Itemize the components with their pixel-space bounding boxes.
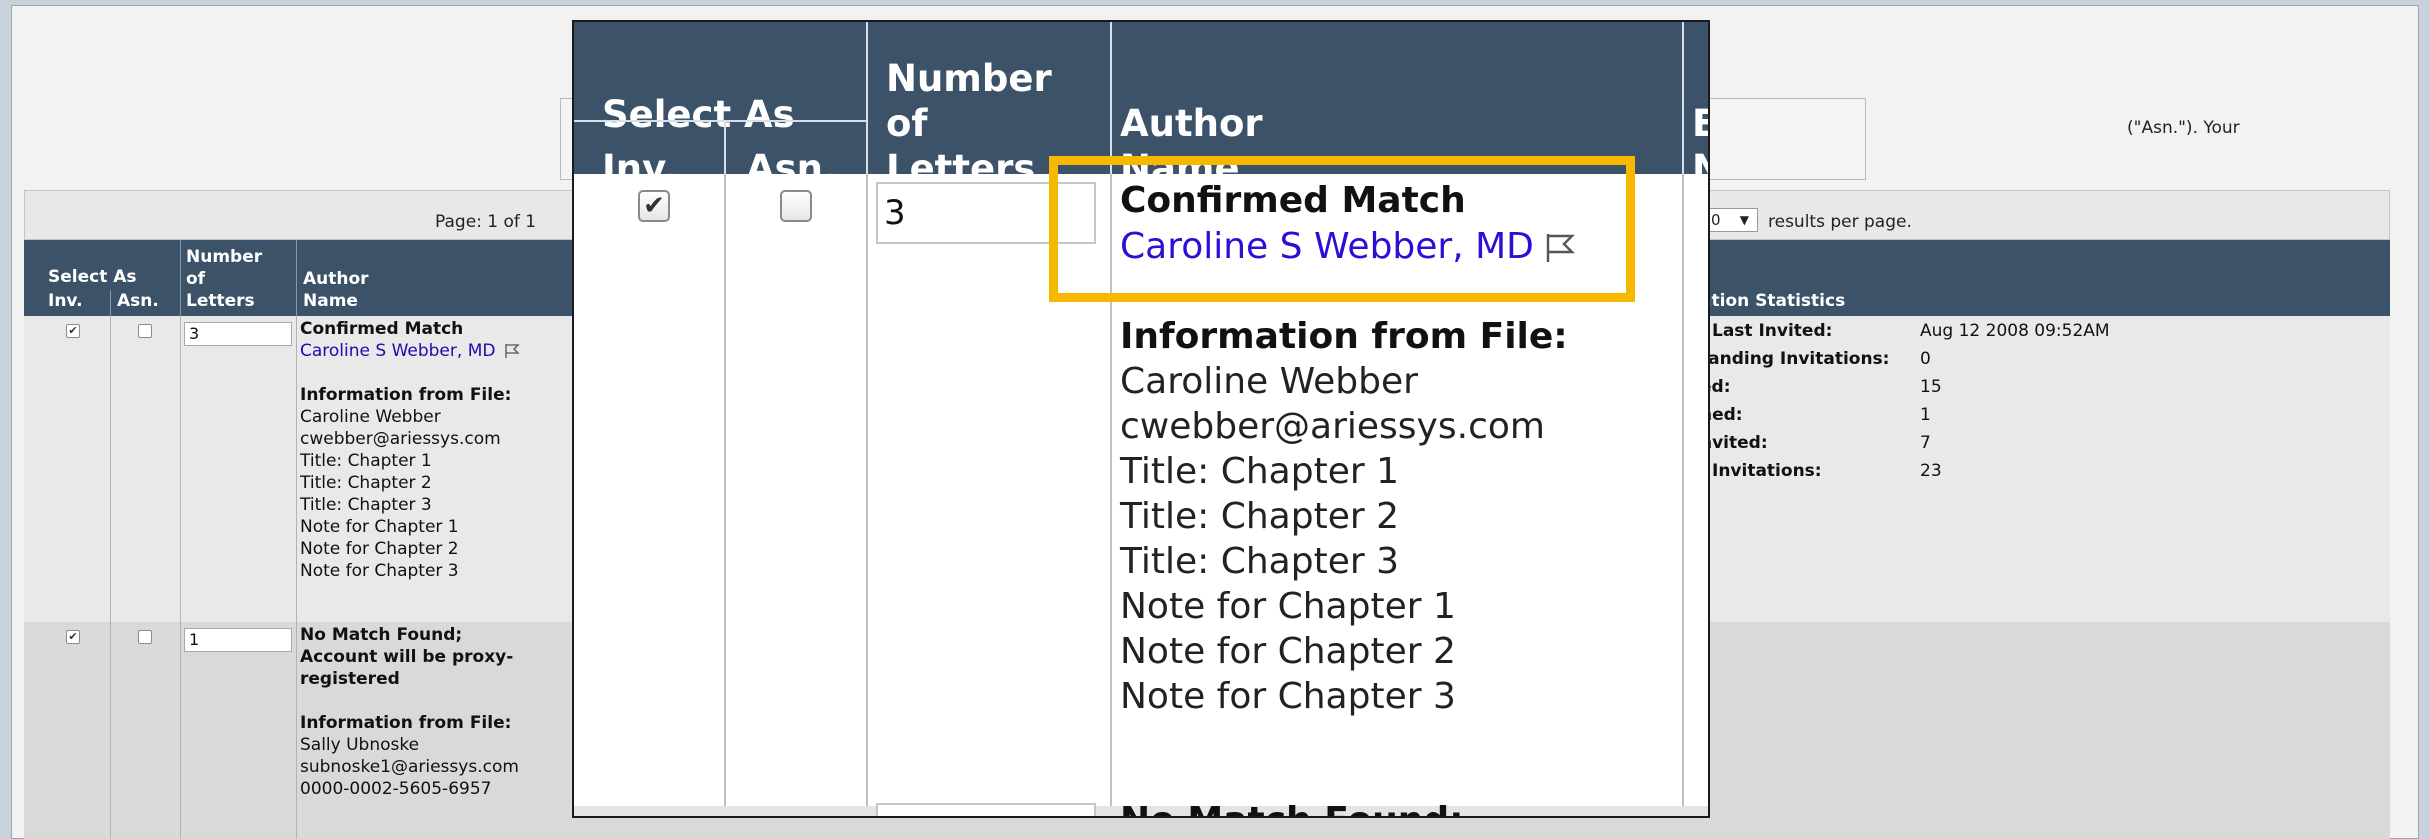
row2-info-heading: Information from File: bbox=[300, 713, 512, 733]
zoom-callout: Select As Inv. Asn. Number of Letters Au… bbox=[572, 20, 1710, 818]
row1-info-line: Note for Chapter 1 bbox=[300, 517, 459, 537]
row2-info-line: subnoske1@ariessys.com bbox=[300, 757, 519, 777]
zoom-header-of: of bbox=[886, 102, 928, 145]
results-per-page-value: 0 bbox=[1711, 211, 1721, 229]
header-name: Name bbox=[303, 291, 358, 311]
zoom-info-line: Caroline Webber bbox=[1120, 361, 1418, 402]
row1-info-heading: Information from File: bbox=[300, 385, 512, 405]
stat-label: tanding Invitations: bbox=[1700, 349, 1890, 369]
stat-value: 0 bbox=[1920, 349, 1931, 369]
row1-assign-checkbox[interactable] bbox=[138, 324, 152, 338]
zoom-info-line: Title: Chapter 2 bbox=[1120, 496, 1399, 537]
caret-down-icon: ▼ bbox=[1739, 213, 1749, 227]
header-divider bbox=[296, 240, 297, 316]
zoom-info-line: Note for Chapter 2 bbox=[1120, 631, 1456, 672]
zoom-header-divider bbox=[866, 22, 868, 174]
zoom-info-line: Title: Chapter 1 bbox=[1120, 451, 1399, 492]
stat-value: 15 bbox=[1920, 377, 1942, 397]
notice-text: ("Asn."). Your bbox=[2127, 118, 2240, 138]
row1-letters-input[interactable]: 3 bbox=[184, 322, 292, 346]
header-divider bbox=[110, 290, 111, 316]
row2-match-status: Account will be proxy- bbox=[300, 647, 514, 667]
row1-info-line: Note for Chapter 2 bbox=[300, 539, 459, 559]
header-invitation-statistics: ation Statistics bbox=[1700, 291, 1846, 311]
row1-author-link[interactable]: Caroline S Webber, MD bbox=[300, 340, 520, 362]
header-of: of bbox=[186, 269, 206, 289]
zoom-next-row-letters-input[interactable] bbox=[876, 803, 1096, 816]
column-divider bbox=[180, 622, 181, 839]
row2-invite-checkbox[interactable]: ✔ bbox=[66, 630, 80, 644]
zoom-header-inv: Inv. bbox=[602, 147, 678, 190]
zoom-invite-checkbox[interactable]: ✔ bbox=[638, 190, 670, 222]
zoom-column-divider bbox=[724, 174, 726, 816]
stat-label: Last Invited: bbox=[1712, 321, 1833, 341]
zoom-next-row-status: No Match Found; bbox=[1120, 798, 1464, 816]
row2-info-line: Sally Ubnoske bbox=[300, 735, 420, 755]
column-divider bbox=[296, 622, 297, 839]
stat-value: 7 bbox=[1920, 433, 1931, 453]
row1-info-line: Title: Chapter 2 bbox=[300, 473, 432, 493]
zoom-header-divider bbox=[574, 120, 866, 122]
zoom-header-divider bbox=[1682, 22, 1684, 174]
stat-value: 23 bbox=[1920, 461, 1942, 481]
zoom-info-line: Note for Chapter 3 bbox=[1120, 676, 1456, 717]
zoom-info-line: Title: Chapter 3 bbox=[1120, 541, 1399, 582]
stat-value: 1 bbox=[1920, 405, 1931, 425]
results-per-page-label: results per page. bbox=[1768, 212, 1912, 232]
header-select-as: Select As bbox=[48, 267, 137, 287]
row1-info-line: Title: Chapter 3 bbox=[300, 495, 432, 515]
header-author: Author bbox=[303, 269, 369, 289]
zoom-column-divider bbox=[866, 174, 868, 816]
row2-info-line: 0000-0002-5605-6957 bbox=[300, 779, 492, 799]
stat-label: nvited: bbox=[1700, 433, 1768, 453]
zoom-header-select-as: Select As bbox=[602, 93, 795, 136]
row1-info-line: Title: Chapter 1 bbox=[300, 451, 432, 471]
flag-icon[interactable] bbox=[504, 343, 520, 359]
row2-match-status: registered bbox=[300, 669, 400, 689]
row1-info-line: cwebber@ariessys.com bbox=[300, 429, 501, 449]
zoom-header-cut-column: E bbox=[1692, 103, 1708, 145]
zoom-info-line: cwebber@ariessys.com bbox=[1120, 406, 1545, 447]
zoom-header-author: Author bbox=[1120, 102, 1263, 145]
zoom-assign-checkbox[interactable] bbox=[780, 190, 812, 222]
header-inv: Inv. bbox=[48, 291, 83, 311]
stat-value: Aug 12 2008 09:52AM bbox=[1920, 321, 2110, 341]
row1-info-line: Note for Chapter 3 bbox=[300, 561, 459, 581]
zoom-column-divider bbox=[1682, 174, 1684, 816]
row1-match-status: Confirmed Match bbox=[300, 319, 464, 339]
page-count: Page: 1 of 1 bbox=[435, 212, 537, 232]
highlight-box bbox=[1049, 156, 1635, 302]
header-asn: Asn. bbox=[117, 291, 159, 311]
stat-label: Invitations: bbox=[1712, 461, 1822, 481]
row2-assign-checkbox[interactable] bbox=[138, 630, 152, 644]
zoom-header-divider bbox=[724, 120, 726, 174]
zoom-header-asn: Asn. bbox=[746, 147, 838, 190]
row1-author-link-text: Caroline S Webber, MD bbox=[300, 341, 496, 361]
zoom-header-number: Number bbox=[886, 57, 1052, 100]
zoom-header-cut-column: N bbox=[1692, 148, 1708, 190]
zoom-header-divider bbox=[1110, 22, 1112, 174]
header-number: Number bbox=[186, 247, 263, 267]
zoom-info-heading: Information from File: bbox=[1120, 316, 1568, 357]
header-letters: Letters bbox=[186, 291, 255, 311]
column-divider bbox=[110, 622, 111, 839]
header-divider bbox=[180, 240, 181, 316]
zoom-info-line: Note for Chapter 1 bbox=[1120, 586, 1456, 627]
row1-info-line: Caroline Webber bbox=[300, 407, 441, 427]
row2-match-status: No Match Found; bbox=[300, 625, 463, 645]
row2-letters-input[interactable]: 1 bbox=[184, 628, 292, 652]
row1-invite-checkbox[interactable]: ✔ bbox=[66, 324, 80, 338]
